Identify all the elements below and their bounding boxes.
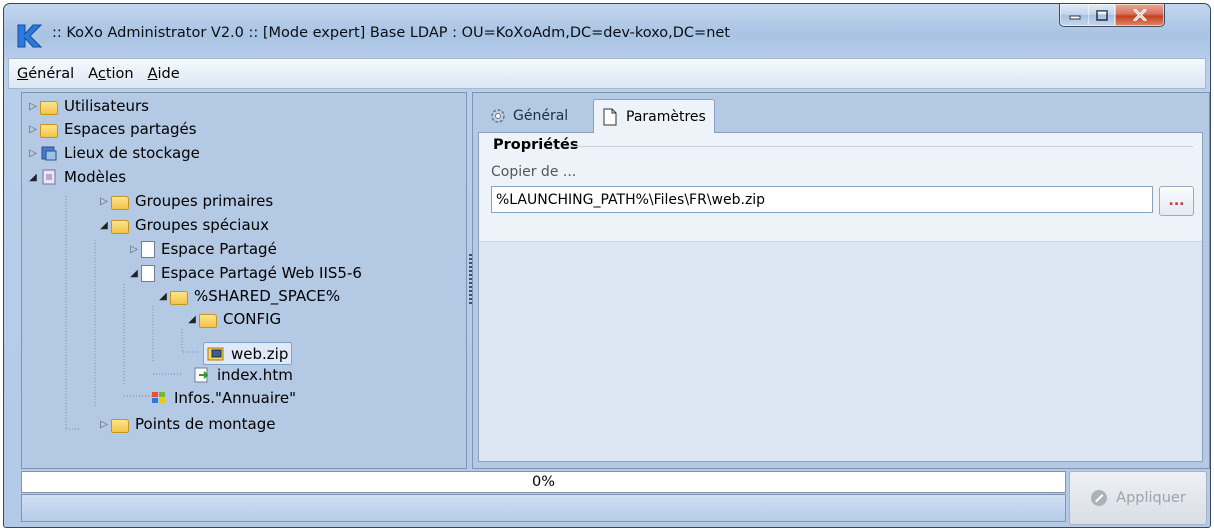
collapse-icon[interactable]: ◢ bbox=[185, 314, 199, 325]
folder-icon bbox=[170, 290, 188, 305]
folder-icon bbox=[111, 195, 129, 210]
expand-icon[interactable]: ▷ bbox=[97, 419, 111, 430]
apply-label: Appliquer bbox=[1116, 490, 1186, 506]
tree-item-groupes-speciaux[interactable]: ◢ Groupes spéciaux bbox=[97, 214, 269, 236]
apply-icon bbox=[1090, 489, 1108, 507]
status-bar bbox=[21, 494, 1066, 522]
tree-item-web-zip[interactable]: web.zip bbox=[203, 342, 293, 365]
tree-item-label: CONFIG bbox=[223, 310, 282, 328]
tree-item-shared-space[interactable]: ◢ %SHARED_SPACE% bbox=[156, 285, 340, 307]
tree-item-utilisateurs[interactable]: ▷ Utilisateurs bbox=[26, 95, 149, 117]
close-icon bbox=[1133, 9, 1146, 21]
progress-bar: 0% bbox=[21, 471, 1066, 493]
tree-item-label: Espace Partagé Web IIS5-6 bbox=[161, 264, 362, 282]
tree-item-lieux-de-stockage[interactable]: ▷ Lieux de stockage bbox=[26, 142, 200, 164]
expand-icon[interactable]: ▷ bbox=[97, 196, 111, 207]
tree-item-groupes-primaires[interactable]: ▷ Groupes primaires bbox=[97, 190, 273, 212]
tree-item-espaces-partages[interactable]: ▷ Espaces partagés bbox=[26, 118, 197, 140]
folder-icon bbox=[111, 219, 129, 234]
menu-general[interactable]: Général bbox=[11, 66, 80, 82]
app-window: :: KoXo Administrator V2.0 :: [Mode expe… bbox=[3, 3, 1211, 528]
tree-item-label: Espace Partagé bbox=[161, 240, 277, 258]
progress-text: 0% bbox=[531, 474, 555, 490]
collapse-icon[interactable]: ◢ bbox=[26, 172, 40, 183]
maximize-button[interactable] bbox=[1088, 4, 1116, 27]
tree-item-index-htm[interactable]: index.htm bbox=[193, 364, 293, 386]
tree-item-points-de-montage[interactable]: ▷ Points de montage bbox=[97, 413, 275, 435]
page-icon bbox=[602, 108, 618, 126]
document-icon bbox=[141, 264, 155, 282]
properties-divider bbox=[565, 146, 1193, 147]
tab-parametres[interactable]: Paramètres bbox=[593, 99, 715, 133]
tree-item-modeles[interactable]: ◢ Modèles bbox=[26, 166, 126, 188]
tree-item-espace-partage[interactable]: ▷ Espace Partagé bbox=[127, 238, 277, 260]
tree-item-label: Utilisateurs bbox=[64, 97, 149, 115]
tree-item-config[interactable]: ◢ CONFIG bbox=[185, 308, 281, 330]
expand-icon[interactable]: ▷ bbox=[127, 244, 141, 255]
tab-label: Paramètres bbox=[626, 108, 706, 125]
maximize-icon bbox=[1095, 9, 1108, 21]
menu-bar: Général Action Aide bbox=[8, 58, 1206, 89]
browse-button[interactable]: ... bbox=[1159, 186, 1194, 216]
tree-item-label: Lieux de stockage bbox=[64, 144, 200, 162]
tree-item-espace-partage-web[interactable]: ◢ Espace Partagé Web IIS5-6 bbox=[127, 262, 362, 284]
storage-icon bbox=[40, 145, 58, 161]
tree-item-infos-annuaire[interactable]: Infos."Annuaire" bbox=[150, 387, 296, 409]
models-icon bbox=[40, 169, 58, 185]
details-pane: Général Paramètres Propriétés Copier de … bbox=[472, 92, 1210, 469]
tree-item-label: index.htm bbox=[217, 366, 293, 384]
gear-icon bbox=[489, 107, 507, 125]
folder-icon bbox=[199, 313, 217, 328]
expand-icon[interactable]: ▷ bbox=[26, 148, 40, 159]
tree-item-label: web.zip bbox=[231, 344, 289, 363]
zip-file-icon bbox=[207, 346, 225, 362]
expand-icon[interactable]: ▷ bbox=[26, 124, 40, 135]
folder-icon bbox=[111, 418, 129, 433]
properties-group: Propriétés Copier de ... ... bbox=[479, 133, 1202, 242]
users-folder-icon bbox=[40, 100, 58, 115]
minimize-icon bbox=[1069, 15, 1080, 20]
tab-general[interactable]: Général bbox=[481, 100, 576, 132]
tree-item-label: Groupes spéciaux bbox=[135, 216, 270, 234]
tree-item-label: Infos."Annuaire" bbox=[174, 389, 296, 407]
tab-label: Général bbox=[513, 108, 569, 124]
shared-spaces-icon bbox=[40, 123, 58, 138]
windows-logo-icon bbox=[150, 390, 168, 406]
window-title: :: KoXo Administrator V2.0 :: [Mode expe… bbox=[52, 25, 730, 41]
collapse-icon[interactable]: ◢ bbox=[127, 268, 141, 279]
tree-item-label: Modèles bbox=[64, 168, 127, 186]
menu-aide[interactable]: Aide bbox=[142, 66, 186, 82]
properties-title: Propriétés bbox=[493, 137, 579, 153]
expand-icon[interactable]: ▷ bbox=[26, 101, 40, 112]
html-file-icon bbox=[193, 367, 211, 383]
apply-button[interactable]: Appliquer bbox=[1069, 471, 1207, 525]
close-button[interactable] bbox=[1115, 4, 1165, 27]
tree-view[interactable]: ▷ Utilisateurs ▷ Espaces partagés ▷ Lieu… bbox=[21, 92, 467, 469]
menu-action[interactable]: Action bbox=[82, 66, 139, 82]
copy-from-label: Copier de ... bbox=[491, 164, 577, 180]
koxo-logo-icon bbox=[17, 24, 42, 48]
parametres-panel: Propriétés Copier de ... ... bbox=[478, 132, 1203, 462]
collapse-icon[interactable]: ◢ bbox=[97, 220, 111, 231]
tree-item-label: Points de montage bbox=[135, 415, 276, 433]
tree-item-label: Groupes primaires bbox=[135, 192, 274, 210]
collapse-icon[interactable]: ◢ bbox=[156, 291, 170, 302]
minimize-button[interactable] bbox=[1059, 4, 1090, 27]
tree-item-label: %SHARED_SPACE% bbox=[194, 287, 341, 305]
tree-item-label: Espaces partagés bbox=[64, 120, 197, 138]
title-bar[interactable]: :: KoXo Administrator V2.0 :: [Mode expe… bbox=[4, 4, 1210, 56]
document-icon bbox=[141, 240, 155, 258]
copy-from-input[interactable] bbox=[491, 186, 1153, 213]
